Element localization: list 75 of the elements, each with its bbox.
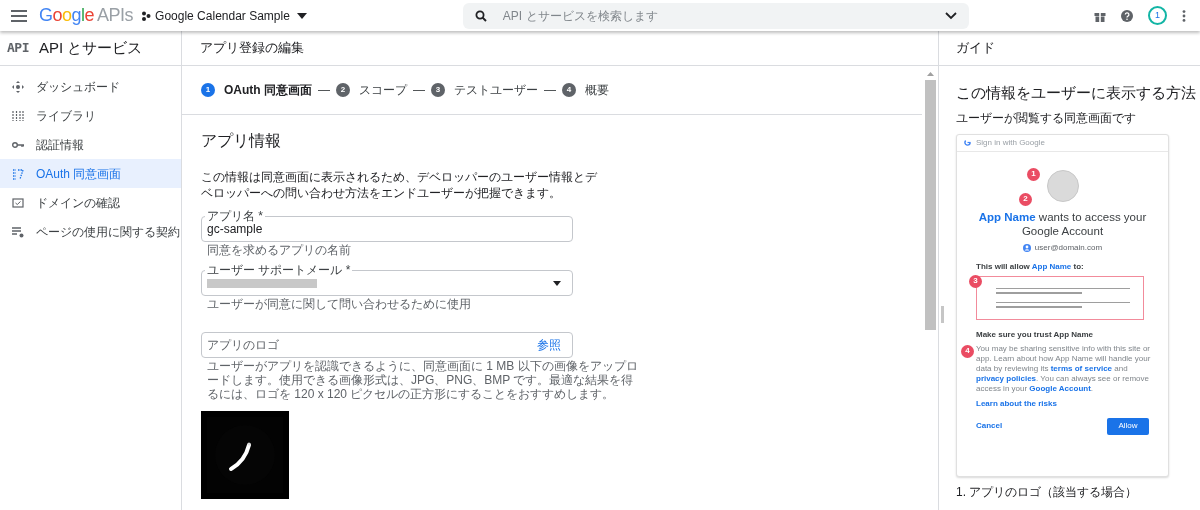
helper-text: ユーザーがアプリを認識できるように、同意画面に 1 MB 以下の画像をアップロードします。使用できる画像形式は、JPG、PNG、BMP です。最適な結果を得るには、ロゴを 120 x 120 ピクセルの正方形にすることをおすすめします。 <box>206 359 639 401</box>
sidebar-item[interactable]: 認証情報 <box>0 130 181 159</box>
panel-title: ガイド <box>956 39 995 58</box>
trust-paragraph: You may be sharing sensitive info with this site or app. Learn about how App Name will handle your data by reviewing its terms of service and privacy policies. You can always see or remove access in your Google Account. <box>976 343 1152 394</box>
section-title: アプリ情報 <box>201 131 282 151</box>
field-value: gc-sample <box>207 222 263 238</box>
caret-icon <box>296 12 307 19</box>
user-email: user@domain.com <box>1034 241 1103 254</box>
allow-button[interactable]: Allow <box>1107 417 1149 435</box>
callout-marker: 2 <box>1019 192 1032 206</box>
step-number: 3 <box>431 83 445 97</box>
list-settings-icon <box>12 225 24 238</box>
trust-title: Make sure you trust App Name <box>976 328 1095 341</box>
cancel-button[interactable]: Cancel <box>976 420 1003 433</box>
menu-icon[interactable] <box>11 9 27 22</box>
description-text: この情報は同意画面に表示されるため、デベロッパーのユーザー情報とデベロッパーへの問い合わせ方法をエンドユーザーが把握できます。 <box>201 169 598 201</box>
library-icon <box>12 109 24 122</box>
field-placeholder: アプリのロゴ <box>207 337 279 354</box>
sidebar-item[interactable]: OAuth 同意画面 <box>0 159 181 188</box>
text-link[interactable]: terms of service <box>1050 363 1113 373</box>
api-label: API <box>7 39 29 58</box>
preview-header: Sign in with Google <box>976 136 1045 149</box>
guide-heading: この情報をユーザーに表示する方法 <box>956 84 1194 103</box>
search-placeholder: API とサービスを検索します <box>502 7 659 25</box>
step-number: 4 <box>562 83 576 97</box>
browse-link[interactable]: 参照 <box>537 336 561 354</box>
app-name-link[interactable]: App Name <box>978 210 1036 223</box>
search-icon <box>474 9 487 22</box>
page-title: アプリ登録の編集 <box>200 39 304 58</box>
dashboard-icon <box>12 80 24 93</box>
project-selector[interactable]: Google Calendar Sample <box>141 6 307 25</box>
sidebar-item[interactable]: ダッシュボード <box>0 72 181 101</box>
callout-marker: 4 <box>961 344 974 358</box>
risks-link[interactable]: Learn about the risks <box>976 397 1057 410</box>
stepper-step[interactable]: 1 OAuth 同意画面 <box>201 81 312 99</box>
step-number: 1 <box>201 83 215 97</box>
guide-subheading: ユーザーが閲覧する同意画面です <box>956 109 1137 127</box>
account-avatar[interactable]: 1 <box>1148 6 1167 25</box>
sidebar-title: API とサービス <box>39 37 143 58</box>
chevron-down-icon <box>944 11 957 20</box>
allow-text: This will allow App Name to: <box>976 260 1085 273</box>
guide-list-item: 1. アプリのロゴ（該当する場合） <box>956 484 1139 499</box>
checkbox-square-icon <box>12 196 24 209</box>
user-avatar-icon <box>1022 243 1031 252</box>
app-name-link[interactable]: App Name <box>1031 261 1072 271</box>
more-vert-icon[interactable] <box>1182 9 1186 22</box>
search-field[interactable]: API とサービスを検索します <box>462 2 969 29</box>
field-label: アプリ名 * <box>205 209 265 223</box>
step-separator: — <box>544 82 556 99</box>
project-dots-icon <box>141 10 152 21</box>
stepper-step[interactable]: 3 テストユーザー <box>431 81 538 99</box>
scrollbar-thumb[interactable] <box>924 80 936 330</box>
help-icon[interactable] <box>1121 9 1133 22</box>
resize-handle[interactable] <box>941 306 944 323</box>
consent-headline: App Name wants to access your Google Account <box>977 209 1148 238</box>
helper-text: ユーザーが同意に関して問い合わせるために使用 <box>206 297 472 311</box>
sidebar-item[interactable]: ドメインの確認 <box>0 188 181 217</box>
google-g-icon <box>964 139 971 147</box>
stepper-step[interactable]: 4 概要 <box>562 81 609 99</box>
google-apis-logo: Google APIs <box>39 4 134 27</box>
step-number: 2 <box>336 83 350 97</box>
step-separator: — <box>318 82 330 99</box>
helper-text: 同意を求めるアプリの名前 <box>206 243 352 257</box>
callout-marker: 1 <box>1027 167 1040 181</box>
step-separator: — <box>413 82 425 99</box>
text-link[interactable]: Google Account <box>1029 383 1091 393</box>
callout-marker: 3 <box>969 274 982 288</box>
scroll-up-arrow-icon <box>926 72 934 76</box>
sidebar-item[interactable]: ライブラリ <box>0 101 181 130</box>
app-logo-placeholder <box>1046 169 1079 202</box>
dropdown-caret-icon <box>553 280 561 286</box>
sidebar-item[interactable]: ページの使用に関する契約 <box>0 217 181 246</box>
stepper-step[interactable]: 2 スコープ <box>336 81 407 99</box>
consent-screen-icon <box>12 167 24 180</box>
field-label: ユーザー サポートメール * <box>205 263 353 277</box>
